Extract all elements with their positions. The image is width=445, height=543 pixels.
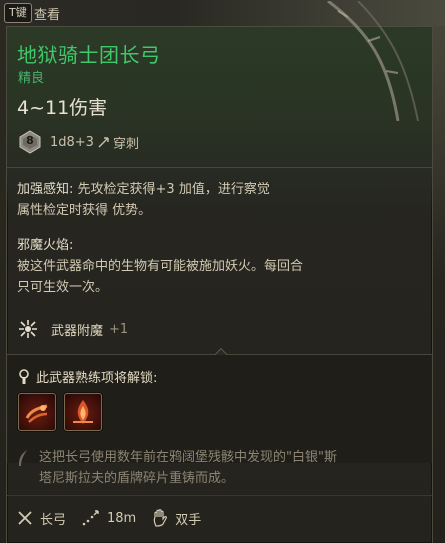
examine-button[interactable]: 查看 — [34, 4, 60, 23]
quill-icon — [19, 450, 27, 466]
passive-text-line1: 先攻检定获得+3 加值，进行察觉 — [77, 182, 270, 197]
damage-dice-row: 8 1d8+3 穿刺 — [18, 130, 139, 154]
item-rarity: 精良 — [18, 71, 45, 86]
weapon-enchantment: 武器附魔 +1 — [17, 315, 128, 343]
weapon-type-label: 长弓 — [40, 512, 67, 528]
range-icon — [82, 510, 99, 526]
weapon-range: 18m — [82, 510, 136, 526]
enchantment-value: +1 — [109, 321, 129, 337]
range-label: 18m — [107, 510, 137, 526]
flavor-text-row: 这把长弓使用数年前在鸦阔堡残骸中发现的"白银"斯 塔尼斯拉夫的盾牌碎片重铸而成。 — [17, 447, 409, 489]
flavor-line2: 塔尼斯拉夫的盾牌碎片重铸而成。 — [39, 471, 235, 486]
weapon-type: 长弓 — [17, 509, 66, 528]
mastery-title: 此武器熟练项将解锁: — [36, 371, 158, 386]
damage-range: 4~11伤害 — [17, 97, 108, 119]
d8-die-icon: 8 — [18, 130, 42, 154]
passive-name: 加强感知: — [17, 182, 74, 197]
enchantment-icon — [19, 320, 37, 338]
flame-slash-icon[interactable] — [18, 393, 56, 431]
handedness-label: 双手 — [175, 512, 202, 528]
die-label: 8 — [26, 134, 34, 147]
damage-type: 穿刺 — [98, 133, 139, 152]
damage-type-label: 穿刺 — [112, 136, 139, 152]
enchantment-label: 武器附魔 — [51, 323, 104, 339]
passive-text-line2: 只可生效一次。 — [17, 280, 109, 295]
item-name: 地狱骑士团长弓 — [17, 43, 161, 67]
passive-fiendish-flame: 邪魔火焰: 被这件武器命中的生物有可能被施加妖火。每回合 只可生效一次。 — [17, 235, 397, 298]
passive-keen-eye: 加强感知: 先攻检定获得+3 加值，进行察觉 属性检定时获得 优势。 — [17, 179, 397, 221]
bow-decoration-icon — [327, 1, 419, 121]
flavor-line1: 这把长弓使用数年前在鸦阔堡残骸中发现的"白银"斯 — [39, 450, 337, 465]
unlock-icon — [19, 368, 29, 384]
section-divider — [7, 495, 432, 496]
mastery-header: 此武器熟练项将解锁: — [18, 367, 157, 386]
hotkey-badge: T键 — [4, 3, 32, 23]
item-tooltip: 地狱骑士团长弓 精良 4~11伤害 8 1d8+3 穿刺 加强感知: 先攻检定获… — [6, 1, 433, 543]
passive-text-line1: 被这件武器命中的生物有可能被施加妖火。每回合 — [17, 259, 304, 274]
weapon-handedness: 双手 — [152, 509, 201, 528]
section-divider — [7, 167, 432, 168]
crossed-weapons-icon — [18, 511, 32, 525]
weapon-properties: 长弓 18m 双手 — [17, 507, 217, 529]
arrow-icon — [98, 137, 109, 148]
passive-name: 邪魔火焰: — [17, 238, 74, 253]
passive-text-line2: 属性检定时获得 优势。 — [17, 203, 152, 218]
damage-formula: 1d8+3 — [50, 134, 94, 150]
flavor-text: 这把长弓使用数年前在鸦阔堡残骸中发现的"白银"斯 塔尼斯拉夫的盾牌碎片重铸而成。 — [39, 447, 409, 489]
hand-icon — [153, 509, 168, 527]
flame-shot-icon[interactable] — [64, 393, 102, 431]
